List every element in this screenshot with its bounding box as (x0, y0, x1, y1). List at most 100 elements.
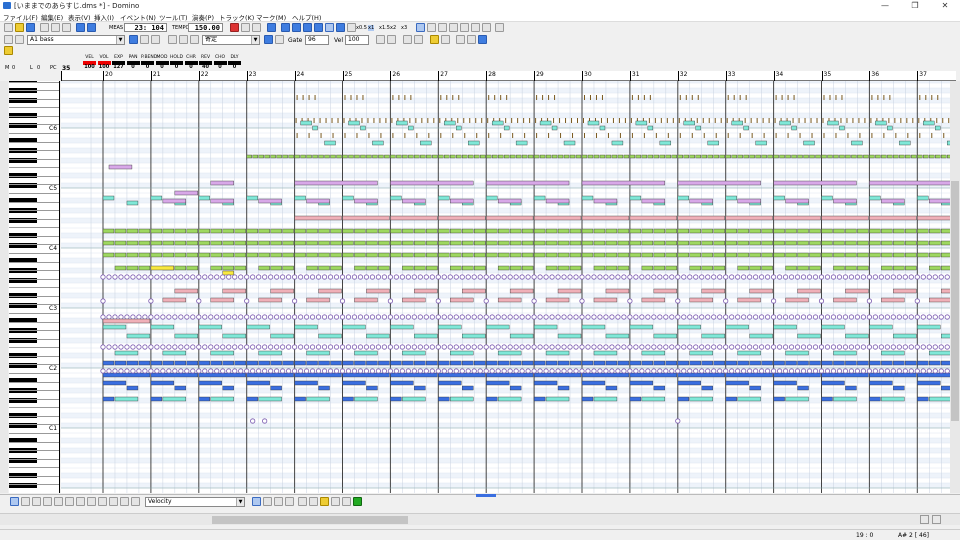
note-drum[interactable] (735, 344, 741, 350)
note[interactable] (102, 324, 127, 330)
note[interactable] (294, 154, 300, 159)
note-tick[interactable] (864, 118, 866, 123)
note-drum[interactable] (495, 274, 501, 280)
note[interactable] (390, 324, 414, 330)
note[interactable] (821, 360, 833, 366)
note[interactable] (456, 154, 462, 159)
note-tick[interactable] (648, 118, 650, 123)
note[interactable] (749, 265, 761, 271)
note[interactable] (252, 154, 258, 159)
note[interactable] (605, 154, 612, 159)
note-drum[interactable] (531, 368, 537, 374)
note-drum[interactable] (339, 314, 346, 320)
note-drum[interactable] (860, 344, 867, 350)
note-drum[interactable] (226, 368, 232, 374)
note-drum[interactable] (836, 344, 843, 350)
note-tick[interactable] (595, 133, 597, 138)
note[interactable] (497, 297, 522, 303)
note[interactable] (186, 252, 198, 258)
note-drum[interactable] (585, 314, 591, 320)
note[interactable] (785, 252, 797, 258)
note[interactable] (150, 360, 163, 366)
note-drum[interactable] (387, 368, 393, 374)
note-drum[interactable] (226, 344, 232, 350)
note[interactable] (162, 198, 187, 204)
bell-icon[interactable] (309, 497, 318, 506)
note[interactable] (905, 252, 917, 258)
note-tick[interactable] (858, 118, 860, 123)
note-drum[interactable] (573, 344, 579, 350)
note-tick[interactable] (847, 133, 849, 138)
note-drum[interactable] (747, 274, 753, 280)
note[interactable] (509, 252, 522, 258)
track-icon[interactable] (4, 35, 13, 44)
note-tick[interactable] (475, 118, 477, 123)
note[interactable] (318, 240, 330, 246)
note-drum[interactable] (806, 368, 813, 374)
note[interactable] (797, 154, 803, 159)
note-drum[interactable] (124, 274, 130, 280)
note[interactable] (557, 154, 564, 159)
note[interactable] (366, 252, 378, 258)
note-drum[interactable] (286, 344, 292, 350)
note-drum[interactable] (830, 314, 837, 320)
note-tick[interactable] (584, 133, 585, 138)
note[interactable] (845, 265, 857, 271)
note-drum[interactable] (585, 274, 591, 280)
note[interactable] (821, 396, 833, 402)
note[interactable] (486, 324, 510, 330)
note-drum[interactable] (866, 314, 873, 320)
note[interactable] (821, 324, 845, 330)
note-tick[interactable] (763, 133, 765, 138)
note[interactable] (258, 297, 282, 303)
note-tick[interactable] (535, 118, 537, 123)
note[interactable] (414, 240, 426, 246)
note-drum[interactable] (579, 274, 585, 280)
note[interactable] (869, 360, 881, 366)
note-tick[interactable] (488, 95, 490, 100)
note[interactable] (785, 297, 809, 303)
box-icon[interactable] (331, 497, 340, 506)
note[interactable] (486, 215, 534, 221)
note[interactable] (258, 396, 282, 402)
color-icon[interactable] (430, 35, 439, 44)
note[interactable] (270, 252, 282, 258)
note[interactable] (270, 240, 282, 246)
note[interactable] (450, 297, 474, 303)
note[interactable] (881, 265, 893, 271)
note[interactable] (701, 240, 713, 246)
note-tick[interactable] (398, 95, 400, 100)
note-drum[interactable] (567, 368, 573, 374)
note-drum[interactable] (830, 368, 837, 374)
note[interactable] (845, 360, 857, 366)
note[interactable] (605, 360, 618, 366)
note[interactable] (689, 265, 701, 271)
note-drum[interactable] (435, 298, 441, 304)
note-drum[interactable] (519, 368, 525, 374)
note-tick[interactable] (577, 118, 579, 123)
note-drum[interactable] (537, 368, 543, 374)
note-drum[interactable] (806, 314, 813, 320)
menu-track[interactable]: トラック(K) (219, 12, 254, 22)
note[interactable] (342, 380, 366, 386)
note[interactable] (581, 180, 666, 186)
note[interactable] (905, 265, 917, 271)
note-drum[interactable] (292, 314, 298, 320)
note-drum[interactable] (471, 314, 477, 320)
note[interactable] (857, 228, 869, 234)
note[interactable] (869, 154, 875, 159)
note[interactable] (545, 265, 558, 271)
note-drum[interactable] (214, 368, 220, 374)
note[interactable] (821, 240, 833, 246)
note[interactable] (647, 125, 654, 131)
menu-tools[interactable]: ツール(T) (159, 12, 188, 22)
note[interactable] (725, 324, 749, 330)
note[interactable] (605, 228, 618, 234)
note[interactable] (917, 195, 929, 201)
note-drum[interactable] (812, 274, 819, 280)
note-drum[interactable] (519, 344, 525, 350)
note[interactable] (450, 360, 462, 366)
port-icon[interactable] (15, 35, 24, 44)
note-drum[interactable] (711, 274, 717, 280)
pencil-icon[interactable] (10, 497, 19, 506)
